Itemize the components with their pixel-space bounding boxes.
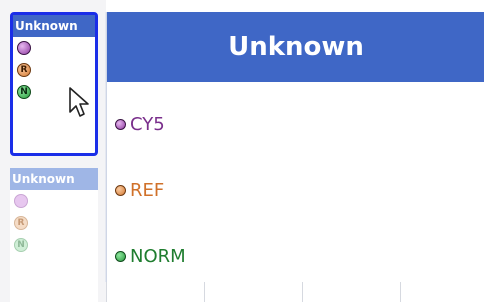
purple-dot-icon [115,118,126,130]
channel-row-ref: REF [115,176,164,204]
cell-selected[interactable]: Unknown R N [10,12,98,156]
cell-detail-popup: Unknown CY5 REF NORM [106,12,484,282]
grid-lines [106,282,484,302]
cell-header: Unknown [10,168,98,190]
popup-header: Unknown [107,12,484,82]
cell-header: Unknown [13,15,95,37]
plate-left-column: Unknown R N Unknown R N [0,0,106,302]
mouse-pointer-icon [69,87,89,117]
cell-marker-list: R N [10,190,98,252]
channel-row-norm: NORM [115,242,186,270]
cell-faded[interactable]: Unknown R N [10,168,98,302]
green-dot-icon [115,250,126,262]
orange-r-dot-icon: R [14,216,28,230]
channel-label: CY5 [130,113,165,135]
purple-dot-icon [14,194,28,208]
channel-label: REF [130,179,165,201]
channel-row-cy5: CY5 [115,110,165,138]
orange-r-dot-icon: R [17,63,31,77]
purple-dot-icon [17,41,31,55]
green-n-dot-icon: N [14,238,28,252]
green-n-dot-icon: N [17,85,31,99]
channel-label: NORM [130,245,186,267]
orange-dot-icon [115,184,126,196]
popup-title: Unknown [228,32,364,62]
